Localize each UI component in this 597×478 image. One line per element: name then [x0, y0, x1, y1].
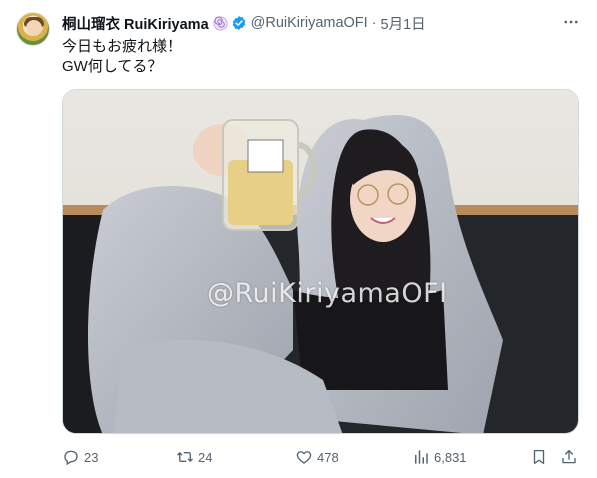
- tweet-photo[interactable]: @RuiKiriyamaOFI: [62, 89, 579, 434]
- swirl-badge-icon: [213, 15, 228, 31]
- photo-watermark: @RuiKiriyamaOFI: [207, 278, 448, 309]
- retweet-icon: [177, 452, 193, 462]
- reply-button[interactable]: 23: [62, 446, 98, 468]
- more-icon[interactable]: [559, 12, 583, 32]
- bookmark-button[interactable]: [530, 446, 552, 468]
- retweet-button[interactable]: 24: [176, 446, 212, 468]
- handle[interactable]: @RuiKiriyamaOFI: [251, 15, 368, 31]
- reply-count: 23: [84, 449, 99, 465]
- share-icon: [562, 449, 576, 464]
- bookmark-icon: [533, 449, 545, 465]
- like-button[interactable]: 478: [295, 446, 339, 468]
- avatar-face: [26, 20, 42, 36]
- verified-icon: [231, 15, 247, 31]
- views-icon: [415, 450, 428, 464]
- like-icon: [296, 451, 312, 464]
- tweet-text-line-2: GW何してる？: [62, 58, 163, 75]
- tweet-text-line-1: 今日もお疲れ様！: [62, 38, 183, 55]
- post-date[interactable]: 5月1日: [381, 13, 426, 34]
- reply-icon: [64, 450, 78, 466]
- tweet-header: 桐山瑠衣 RuiKiriyama @RuiKiriyamaOFI · 5月1日: [62, 13, 426, 33]
- views-count: 6,831: [434, 449, 467, 465]
- photo-illustration: [63, 90, 578, 433]
- like-count: 478: [317, 449, 339, 465]
- avatar[interactable]: [16, 12, 50, 46]
- display-name[interactable]: 桐山瑠衣 RuiKiriyama: [62, 13, 209, 34]
- separator-dot: ·: [371, 15, 377, 31]
- tweet-text: 今日もお疲れ様！ GW何してる？: [62, 37, 182, 77]
- retweet-count: 24: [198, 449, 213, 465]
- action-bar: 23 24 478 6,831: [62, 446, 582, 468]
- share-button[interactable]: [560, 446, 582, 468]
- tweet: 桐山瑠衣 RuiKiriyama @RuiKiriyamaOFI · 5月1日 …: [0, 0, 597, 478]
- views-button[interactable]: 6,831: [412, 446, 467, 468]
